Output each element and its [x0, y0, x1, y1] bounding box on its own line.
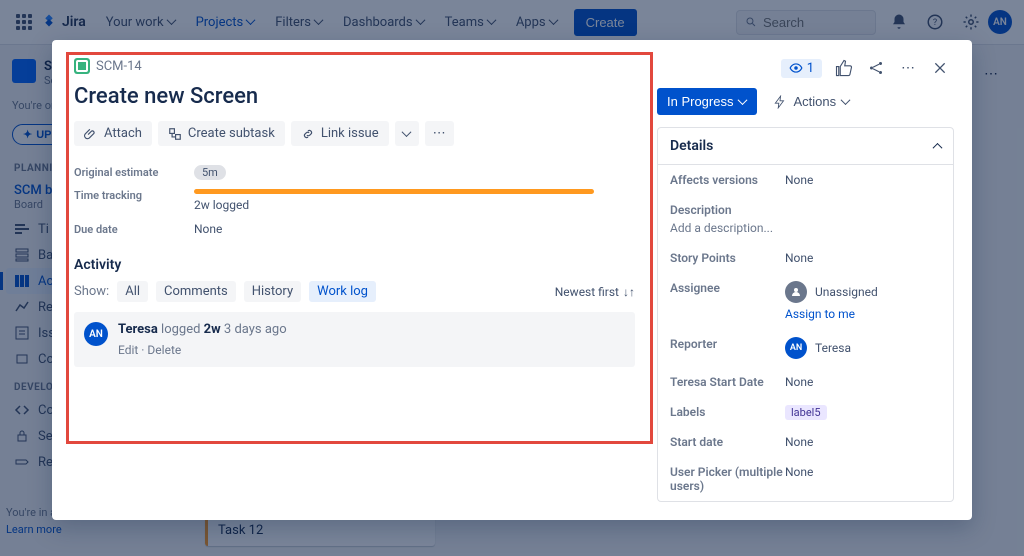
worklog-when: 3 days ago	[224, 322, 287, 337]
attach-button[interactable]: Attach	[74, 121, 152, 146]
due-date-label: Due date	[74, 223, 194, 236]
reporter-label: Reporter	[670, 337, 785, 359]
worklog-author[interactable]: Teresa	[118, 322, 158, 337]
user-picker-label: User Picker (multiple users)	[670, 465, 785, 493]
link-dropdown[interactable]	[395, 121, 419, 146]
assignee-value[interactable]: Unassigned	[785, 281, 878, 303]
unassigned-avatar-icon	[785, 281, 807, 303]
user-picker-value[interactable]: None	[785, 465, 813, 493]
more-icon[interactable]: ⋯	[898, 58, 918, 78]
worklog-entry: AN Teresa logged 2w 3 days ago Edit · De…	[74, 312, 635, 367]
description-field[interactable]: Add a description...	[670, 221, 941, 235]
worklog-amount: 2w	[204, 322, 221, 337]
issue-dialog: SCM-14 Create new Screen Attach Create s…	[52, 40, 972, 520]
tab-history[interactable]: History	[244, 281, 301, 302]
issue-sidebar: 1 ⋯ In Progress Actions Details	[657, 40, 972, 520]
teresa-start-date-label: Teresa Start Date	[670, 375, 785, 389]
issue-title[interactable]: Create new Screen	[74, 84, 635, 109]
attach-icon	[84, 127, 98, 141]
time-tracking-label: Time tracking	[74, 189, 194, 202]
tab-worklog[interactable]: Work log	[309, 281, 376, 302]
labels-value[interactable]: label5	[785, 405, 827, 420]
story-points-label: Story Points	[670, 251, 785, 265]
details-panel: Details Affects versionsNone Description…	[657, 127, 954, 502]
eye-icon	[789, 61, 803, 75]
worklog-delete[interactable]: Delete	[147, 343, 181, 357]
watch-button[interactable]: 1	[781, 59, 822, 78]
bolt-icon	[773, 95, 787, 109]
status-dropdown[interactable]: In Progress	[657, 88, 757, 115]
time-tracking-bar	[194, 189, 594, 194]
chevron-up-icon	[934, 143, 941, 150]
highlight-box	[66, 52, 653, 444]
share-icon[interactable]	[866, 58, 886, 78]
tab-comments[interactable]: Comments	[156, 281, 236, 302]
more-actions-button[interactable]: ⋯	[425, 121, 454, 146]
labels-label: Labels	[670, 405, 785, 419]
teresa-start-date-value[interactable]: None	[785, 375, 813, 389]
affects-versions-label: Affects versions	[670, 173, 785, 187]
close-icon[interactable]	[930, 58, 950, 78]
due-date-value[interactable]: None	[194, 222, 222, 236]
tab-all[interactable]: All	[117, 281, 148, 302]
issue-type-story-icon[interactable]	[74, 58, 90, 74]
start-date-label: Start date	[670, 435, 785, 449]
story-points-value[interactable]: None	[785, 251, 813, 265]
chevron-down-icon	[842, 98, 850, 106]
like-icon[interactable]	[834, 58, 854, 78]
issue-key[interactable]: SCM-14	[96, 59, 142, 74]
activity-heading: Activity	[74, 257, 635, 273]
link-issue-button[interactable]: Link issue	[291, 121, 389, 146]
activity-show-label: Show:	[74, 284, 109, 299]
subtask-icon	[168, 127, 182, 141]
reporter-avatar: AN	[785, 337, 807, 359]
time-tracking-value[interactable]: 2w logged	[194, 189, 594, 212]
issue-main: SCM-14 Create new Screen Attach Create s…	[52, 40, 657, 520]
worklog-edit[interactable]: Edit	[118, 343, 138, 357]
details-toggle[interactable]: Details	[658, 128, 953, 165]
link-icon	[301, 127, 315, 141]
modal-overlay: SCM-14 Create new Screen Attach Create s…	[0, 0, 1024, 556]
assign-to-me-link[interactable]: Assign to me	[785, 307, 878, 321]
affects-versions-value[interactable]: None	[785, 173, 813, 187]
chevron-down-icon	[403, 130, 411, 138]
create-subtask-button[interactable]: Create subtask	[158, 121, 285, 146]
assignee-label: Assignee	[670, 281, 785, 321]
original-estimate-label: Original estimate	[74, 166, 194, 179]
start-date-value[interactable]: None	[785, 435, 813, 449]
description-label: Description	[670, 203, 785, 217]
worklog-avatar[interactable]: AN	[84, 322, 108, 346]
sort-toggle[interactable]: Newest first ↓↑	[555, 285, 635, 299]
chevron-down-icon	[739, 98, 747, 106]
actions-dropdown[interactable]: Actions	[765, 88, 858, 115]
original-estimate-value[interactable]: 5m	[194, 165, 226, 180]
reporter-value[interactable]: ANTeresa	[785, 337, 851, 359]
